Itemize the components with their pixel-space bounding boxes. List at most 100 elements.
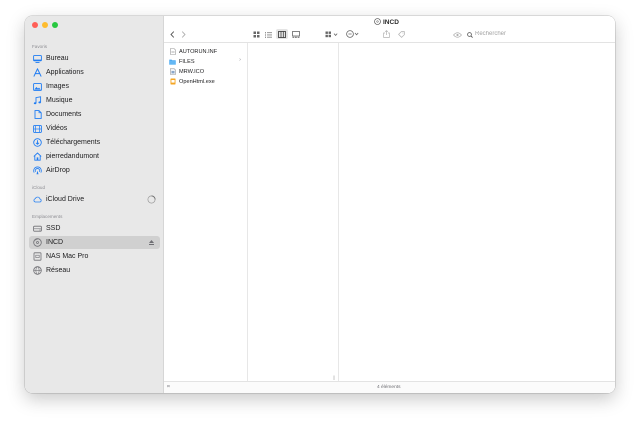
tags-button[interactable] [397, 29, 406, 39]
chevron-right-icon: › [239, 57, 241, 63]
sidebar-item-applications[interactable]: Applications [29, 66, 160, 79]
sidebar-item-label: SSD [46, 225, 61, 232]
columns-icon [278, 25, 286, 43]
column-resize-handle[interactable]: || [333, 375, 335, 380]
folder-icon [169, 58, 176, 65]
sidebar-section-icloud: iCloud [32, 185, 46, 190]
sidebar-item-airdrop[interactable]: AirDrop [29, 164, 160, 177]
sidebar-item-label: AirDrop [46, 167, 70, 174]
sidebar: Favoris Bureau Applications Images Musiq… [25, 16, 164, 393]
sidebar-item-label: Réseau [46, 267, 71, 274]
file-row[interactable]: AUTORUN.INF [166, 47, 246, 56]
sidebar-item-images[interactable]: Images [29, 80, 160, 93]
gallery-icon [292, 25, 300, 43]
sidebar-item-videos[interactable]: Vidéos [29, 122, 160, 135]
browser-column-3[interactable] [339, 43, 615, 381]
list-icon [264, 25, 272, 43]
back-button[interactable] [168, 29, 176, 39]
search-input[interactable] [475, 29, 595, 39]
sidebar-item-label: iCloud Drive [46, 196, 85, 203]
sidebar-item-label: Musique [46, 97, 73, 104]
cloud-icon [33, 195, 42, 204]
document-icon [33, 110, 42, 119]
grid-icon [253, 25, 260, 43]
image-file-icon [169, 68, 176, 75]
share-icon [383, 25, 390, 43]
hard-drive-icon [33, 224, 42, 233]
view-gallery-button[interactable] [291, 29, 301, 39]
file-row[interactable]: FILES › [166, 57, 246, 66]
desktop-icon [33, 54, 42, 63]
file-name: AUTORUN.INF [179, 48, 218, 55]
disc-icon [33, 238, 42, 247]
film-icon [33, 124, 42, 133]
status-bar: ⌗ 4 éléments [164, 381, 615, 393]
eject-icon[interactable] [147, 238, 156, 247]
sidebar-item-label: Téléchargements [46, 139, 101, 146]
sidebar-item-label: Applications [46, 69, 84, 76]
file-name: FILES [179, 58, 195, 65]
search-icon [467, 25, 473, 43]
path-bar-icon: ⌗ [167, 384, 170, 390]
group-by-button[interactable] [324, 29, 340, 39]
home-icon [33, 152, 42, 161]
share-button[interactable] [382, 29, 391, 39]
sidebar-item-bureau[interactable]: Bureau [29, 52, 160, 65]
text-file-icon [169, 48, 176, 55]
airdrop-icon [33, 166, 42, 175]
main-area: INCD Rechercher AUTORUN.INF FILES › MRW.… [164, 16, 615, 393]
disc-icon [374, 18, 381, 27]
sidebar-item-label: Documents [46, 111, 82, 118]
server-icon [33, 252, 42, 261]
window-controls [32, 22, 58, 28]
sync-progress-icon [147, 195, 156, 204]
music-note-icon [33, 96, 42, 105]
group-grid-icon [325, 25, 339, 43]
browser-column-1[interactable]: AUTORUN.INF FILES › MRW.ICO OpenHtml.exe [164, 43, 248, 381]
sidebar-section-emplacements: Emplacements [32, 214, 63, 219]
close-window-button[interactable] [32, 22, 38, 28]
sidebar-item-label: pierredandumont [46, 153, 99, 160]
sidebar-item-documents[interactable]: Documents [29, 108, 160, 121]
file-row[interactable]: OpenHtml.exe [166, 77, 246, 86]
finder-window: Favoris Bureau Applications Images Musiq… [25, 16, 615, 393]
sidebar-item-incd[interactable]: INCD [29, 236, 160, 249]
applications-icon [33, 68, 42, 77]
network-globe-icon [33, 266, 42, 275]
sidebar-item-label: Images [46, 83, 69, 90]
sidebar-item-nas-mac-pro[interactable]: NAS Mac Pro [29, 250, 160, 263]
browser-column-2[interactable]: || [248, 43, 339, 381]
quick-look-button[interactable] [452, 29, 463, 39]
sidebar-item-label: INCD [46, 239, 64, 246]
photos-icon [33, 82, 42, 91]
chevron-left-icon [169, 25, 175, 43]
sidebar-item-ssd[interactable]: SSD [29, 222, 160, 235]
sidebar-item-icloud-drive[interactable]: iCloud Drive [29, 193, 160, 206]
search-field[interactable] [465, 29, 609, 39]
sidebar-item-telechargements[interactable]: Téléchargements [29, 136, 160, 149]
sidebar-item-label: Vidéos [46, 125, 68, 132]
sidebar-item-musique[interactable]: Musique [29, 94, 160, 107]
sidebar-item-home[interactable]: pierredandumont [29, 150, 160, 163]
sidebar-item-reseau[interactable]: Réseau [29, 264, 160, 277]
executable-file-icon [169, 78, 176, 85]
download-icon [33, 138, 42, 147]
action-menu-button[interactable] [345, 29, 361, 39]
chevron-right-icon [181, 25, 186, 43]
forward-button[interactable] [179, 29, 187, 39]
minimize-window-button[interactable] [42, 22, 48, 28]
tag-icon [398, 25, 405, 43]
eye-icon [453, 25, 462, 43]
view-list-button[interactable] [263, 29, 273, 39]
status-item-count: 4 éléments [377, 385, 401, 390]
view-icons-button[interactable] [251, 29, 261, 39]
sidebar-item-label: NAS Mac Pro [46, 253, 89, 260]
sidebar-item-label: Bureau [46, 55, 69, 62]
sidebar-section-favoris: Favoris [32, 44, 48, 49]
file-row[interactable]: MRW.ICO [166, 67, 246, 76]
file-name: MRW.ICO [179, 68, 205, 75]
file-name: OpenHtml.exe [179, 78, 215, 85]
view-columns-button[interactable] [276, 29, 288, 39]
zoom-window-button[interactable] [52, 22, 58, 28]
ellipsis-circle-icon [346, 25, 360, 43]
